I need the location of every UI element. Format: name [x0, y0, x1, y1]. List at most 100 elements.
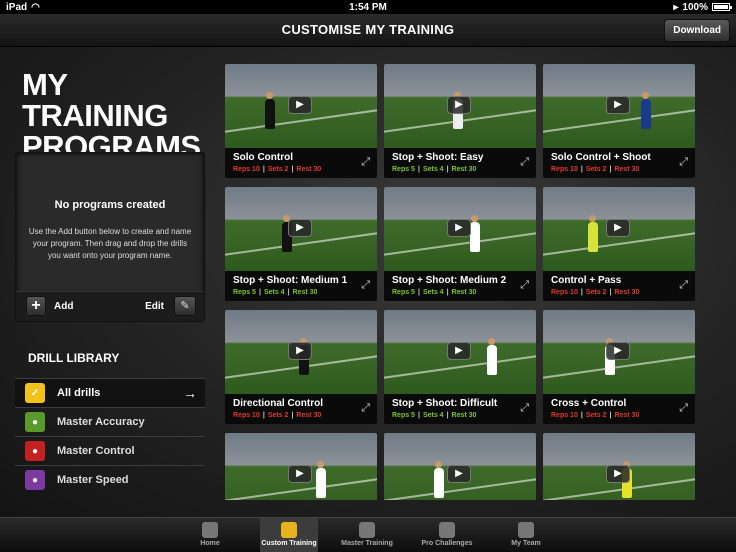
programs-panel[interactable]: No programs created Use the Add button b… — [15, 152, 205, 322]
play-icon[interactable]: ▶ — [606, 342, 630, 360]
drill-card[interactable]: ▶ Directional Control Reps 10 | Sets 2 | Rest … — [225, 310, 377, 424]
play-icon[interactable]: ▶ — [447, 465, 471, 483]
drill-reps: Reps 5 — [392, 412, 415, 419]
play-icon[interactable]: ▶ — [288, 219, 312, 237]
drill-library-title: DRILL LIBRARY — [28, 351, 120, 365]
play-icon[interactable]: ▶ — [606, 219, 630, 237]
drill-rest: Rest 30 — [292, 289, 318, 296]
drill-sets: Sets 4 — [422, 289, 444, 296]
drill-reps: Reps 10 — [551, 166, 578, 173]
home-icon — [202, 522, 218, 538]
main-area: MY TRAINING PROGRAMS No programs created… — [0, 47, 736, 517]
drill-thumbnail[interactable]: ▶ — [384, 64, 536, 148]
drill-thumbnail[interactable]: ▶ — [543, 187, 695, 271]
cone-icon — [359, 522, 375, 538]
drill-card[interactable]: ▶ — [384, 433, 536, 500]
drill-sets: Sets 2 — [585, 166, 607, 173]
drill-rest: Rest 30 — [614, 412, 640, 419]
arrow-right-icon[interactable]: → — [183, 385, 197, 401]
drill-rest: Rest 30 — [614, 289, 640, 296]
drill-reps: Reps 10 — [551, 289, 578, 296]
drill-rest: Rest 30 — [451, 289, 477, 296]
play-icon[interactable]: ▶ — [447, 342, 471, 360]
drill-title: Directional Control — [233, 398, 324, 409]
expand-icon[interactable]: ⤢ — [520, 156, 529, 169]
download-button[interactable]: Download — [664, 19, 730, 42]
drill-meta: Reps 10 | Sets 2 | Rest 30 — [551, 166, 640, 173]
library-item-all-drills[interactable]: ✓ All drills → — [15, 378, 205, 407]
expand-icon[interactable]: ⤢ — [679, 156, 688, 169]
play-icon[interactable]: ▶ — [447, 219, 471, 237]
play-icon[interactable]: ▶ — [288, 465, 312, 483]
drill-thumbnail[interactable]: ▶ — [384, 310, 536, 394]
drill-sets: Sets 2 — [267, 412, 289, 419]
drill-rest: Rest 30 — [451, 166, 477, 173]
tab-bar: Home Custom Training Master Training Pro Ch… — [0, 517, 736, 552]
drill-sets: Sets 4 — [422, 166, 444, 173]
library-item-master-accuracy[interactable]: ● Master Accuracy — [15, 407, 205, 436]
library-item-label: Master Control — [57, 445, 135, 457]
tab-custom-training[interactable]: Custom Training — [260, 518, 318, 552]
play-icon[interactable]: ▶ — [606, 465, 630, 483]
drill-thumbnail[interactable]: ▶ — [384, 187, 536, 271]
tab-master-training[interactable]: Master Training — [338, 518, 396, 552]
tab-pro-challenges[interactable]: Pro Challenges — [418, 518, 476, 552]
drill-sets: Sets 2 — [585, 289, 607, 296]
edit-button[interactable]: ✎ — [174, 296, 196, 316]
drill-card[interactable]: ▶ Solo Control + Shoot Reps 10 | Sets 2 | Rest… — [543, 64, 695, 178]
expand-icon[interactable]: ⤢ — [520, 402, 529, 415]
drill-sets: Sets 4 — [422, 412, 444, 419]
expand-icon[interactable]: ⤢ — [679, 279, 688, 292]
drill-meta: Reps 5 | Sets 4 | Rest 30 — [392, 166, 477, 173]
drill-meta: Reps 10 | Sets 2 | Rest 30 — [551, 289, 640, 296]
drill-thumbnail[interactable]: ▶ — [543, 433, 695, 500]
drill-card[interactable]: ▶ Cross + Control Reps 10 | Sets 2 | Rest 30 ⤢ — [543, 310, 695, 424]
wifi-icon: ◠ — [31, 1, 40, 13]
drill-thumbnail[interactable]: ▶ — [225, 433, 377, 500]
drill-card[interactable]: ▶ — [225, 433, 377, 500]
drill-thumbnail[interactable]: ▶ — [225, 187, 377, 271]
status-bar: iPad ◠ 1:54 PM ▸ 100% — [0, 0, 736, 14]
drill-card[interactable]: ▶ — [543, 433, 695, 500]
drill-meta: Reps 5 | Sets 4 | Rest 30 — [233, 289, 318, 296]
drill-card[interactable]: ▶ Control + Pass Reps 10 | Sets 2 | Rest 30 ⤢ — [543, 187, 695, 301]
play-icon[interactable]: ▶ — [606, 96, 630, 114]
play-icon[interactable]: ▶ — [288, 96, 312, 114]
expand-icon[interactable]: ⤢ — [679, 402, 688, 415]
drill-rest: Rest 30 — [451, 412, 477, 419]
tab-label: My Team — [511, 540, 541, 547]
drill-card[interactable]: ▶ Stop + Shoot: Medium 1 Reps 5 | Sets 4 | Res… — [225, 187, 377, 301]
tab-my-team[interactable]: My Team — [497, 518, 555, 552]
drill-reps: Reps 10 — [233, 412, 260, 419]
drill-meta: Reps 10 | Sets 2 | Rest 30 — [233, 166, 322, 173]
drill-card[interactable]: ▶ Solo Control Reps 10 | Sets 2 | Rest 30 ⤢ — [225, 64, 377, 178]
drill-thumbnail[interactable]: ▶ — [543, 310, 695, 394]
add-label[interactable]: Add — [54, 301, 73, 312]
drill-thumbnail[interactable]: ▶ — [225, 310, 377, 394]
page-title: CUSTOMISE MY TRAINING — [281, 22, 455, 37]
expand-icon[interactable]: ⤢ — [361, 156, 370, 169]
tab-home[interactable]: Home — [181, 518, 239, 552]
programs-toolbar: + Add Edit ✎ — [16, 291, 204, 321]
expand-icon[interactable]: ⤢ — [361, 279, 370, 292]
play-icon[interactable]: ▶ — [447, 96, 471, 114]
library-item-master-control[interactable]: ● Master Control — [15, 436, 205, 465]
drill-card[interactable]: ▶ Stop + Shoot: Easy Reps 5 | Sets 4 | Rest 30… — [384, 64, 536, 178]
drill-card[interactable]: ▶ Stop + Shoot: Difficult Reps 5 | Sets 4 | Re… — [384, 310, 536, 424]
play-icon[interactable]: ▶ — [288, 342, 312, 360]
add-button[interactable]: + — [26, 296, 46, 316]
drill-rest: Rest 30 — [296, 166, 322, 173]
drill-title: Stop + Shoot: Medium 2 — [392, 275, 507, 286]
drill-reps: Reps 5 — [392, 289, 415, 296]
library-item-master-speed[interactable]: ● Master Speed — [15, 465, 205, 494]
drill-reps: Reps 10 — [551, 412, 578, 419]
drill-title: Stop + Shoot: Easy — [392, 152, 484, 163]
expand-icon[interactable]: ⤢ — [361, 402, 370, 415]
expand-icon[interactable]: ⤢ — [520, 279, 529, 292]
no-programs-hint: Use the Add button below to create and n… — [28, 227, 192, 260]
drill-thumbnail[interactable]: ▶ — [384, 433, 536, 500]
drill-thumbnail[interactable]: ▶ — [225, 64, 377, 148]
drill-card[interactable]: ▶ Stop + Shoot: Medium 2 Reps 5 | Sets 4 | Res… — [384, 187, 536, 301]
edit-label[interactable]: Edit — [145, 301, 164, 312]
drill-thumbnail[interactable]: ▶ — [543, 64, 695, 148]
